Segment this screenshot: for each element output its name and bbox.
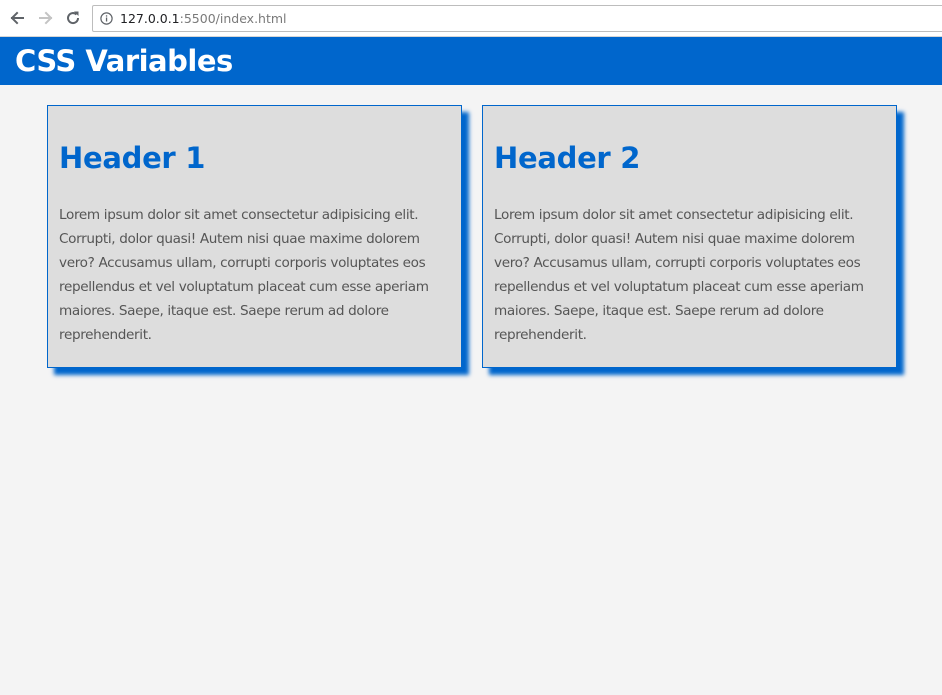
reload-icon xyxy=(65,10,81,26)
browser-toolbar: 127.0.0.1:5500/index.html xyxy=(0,0,942,37)
card-1: Header 1 Lorem ipsum dolor sit amet cons… xyxy=(47,105,462,368)
url-text[interactable]: 127.0.0.1:5500/index.html xyxy=(120,11,287,26)
info-icon[interactable] xyxy=(100,12,113,25)
card-body: Lorem ipsum dolor sit amet consectetur a… xyxy=(494,207,864,343)
url-host: 127.0.0.1 xyxy=(120,11,180,26)
forward-button[interactable] xyxy=(36,8,56,28)
card-title: Header 2 xyxy=(494,141,641,175)
site-header: CSS Variables xyxy=(0,37,942,85)
url-path: :5500/index.html xyxy=(179,11,287,26)
card-body: Lorem ipsum dolor sit amet consectetur a… xyxy=(59,207,429,343)
card-2: Header 2 Lorem ipsum dolor sit amet cons… xyxy=(482,105,897,368)
card-title: Header 1 xyxy=(59,141,206,175)
arrow-left-icon xyxy=(9,10,25,26)
address-bar[interactable]: 127.0.0.1:5500/index.html xyxy=(92,5,942,32)
arrow-right-icon xyxy=(38,10,54,26)
reload-button[interactable] xyxy=(63,8,83,28)
page-title: CSS Variables xyxy=(15,44,233,78)
back-button[interactable] xyxy=(7,8,27,28)
